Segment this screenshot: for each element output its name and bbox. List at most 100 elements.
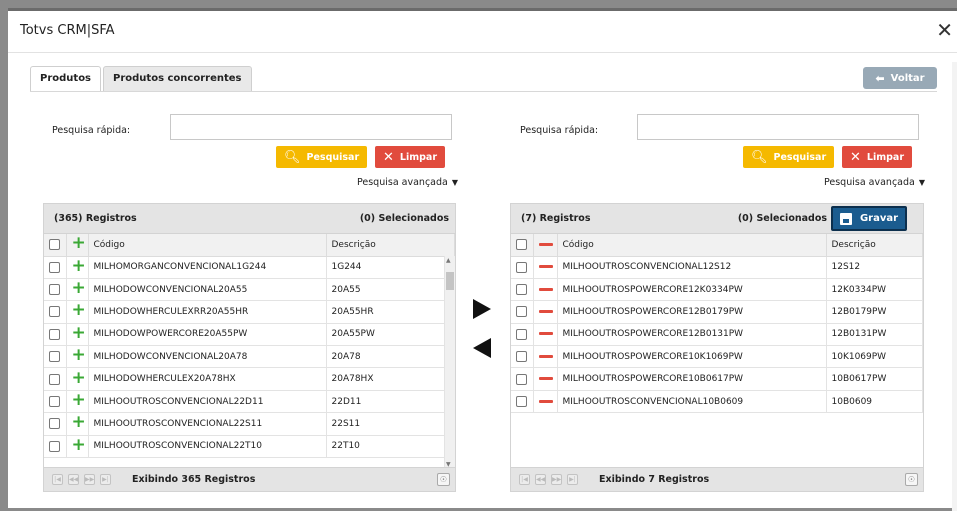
cell-descricao: 12S12: [826, 256, 923, 279]
plus-icon[interactable]: +: [72, 392, 86, 409]
plus-icon[interactable]: +: [72, 280, 86, 297]
row-checkbox[interactable]: [516, 284, 527, 296]
minus-icon[interactable]: [538, 309, 553, 313]
next-page-icon[interactable]: ▶▶: [551, 474, 562, 485]
table-row[interactable]: MILHOOUTROSCONVENCIONAL12S12 12S12: [511, 256, 923, 279]
plus-icon[interactable]: +: [72, 235, 86, 252]
table-row[interactable]: + MILHODOWHERCULEXRR20A55HR 20A55HR: [44, 300, 455, 324]
right-search-input[interactable]: [637, 114, 919, 140]
row-checkbox[interactable]: [49, 396, 60, 408]
remove-all-cell: [533, 234, 558, 257]
right-footer-text: Exibindo 7 Registros: [599, 474, 710, 485]
prev-page-icon[interactable]: ◀◀: [68, 474, 79, 485]
scroll-up-icon[interactable]: ▲: [446, 257, 451, 264]
tab-bar: Produtos Produtos concorrentes: [30, 66, 254, 92]
scroll-thumb[interactable]: [446, 272, 454, 290]
table-row[interactable]: + MILHODOWPOWERCORE20A55PW 20A55PW: [44, 323, 455, 347]
row-checkbox[interactable]: [49, 306, 60, 318]
table-row[interactable]: + MILHODOWCONVENCIONAL20A55 20A55: [44, 278, 455, 302]
row-checkbox[interactable]: [49, 328, 60, 340]
dialog-scrollbar[interactable]: [952, 62, 957, 511]
row-checkbox-cell: [44, 412, 67, 436]
plus-icon[interactable]: +: [72, 324, 86, 341]
left-scrollbar[interactable]: ▲ ▼: [444, 256, 455, 469]
lightbulb-icon[interactable]: ☉: [437, 473, 450, 486]
row-checkbox[interactable]: [49, 373, 60, 385]
plus-icon[interactable]: +: [72, 302, 86, 319]
last-page-icon[interactable]: ▶|: [567, 474, 578, 485]
select-all-checkbox[interactable]: [49, 239, 60, 251]
column-header-descricao[interactable]: Descrição: [826, 234, 923, 257]
row-checkbox[interactable]: [516, 396, 527, 408]
first-page-icon[interactable]: |◀: [519, 474, 530, 485]
move-left-icon[interactable]: [473, 338, 491, 358]
row-checkbox[interactable]: [49, 351, 60, 363]
table-row[interactable]: + MILHOOUTROSCONVENCIONAL22T10 22T10: [44, 435, 455, 459]
right-table-header-row: Código Descrição: [511, 234, 923, 257]
table-row[interactable]: MILHOOUTROSPOWERCORE10B0617PW 10B0617PW: [511, 367, 923, 391]
row-checkbox[interactable]: [49, 418, 60, 430]
left-grid-header: (365) Registros (0) Selecionados: [44, 204, 455, 234]
column-header-codigo[interactable]: Código: [557, 234, 827, 257]
tab-produtos-concorrentes[interactable]: Produtos concorrentes: [103, 66, 252, 92]
next-page-icon[interactable]: ▶▶: [84, 474, 95, 485]
plus-icon[interactable]: +: [72, 257, 86, 274]
table-row[interactable]: MILHOOUTROSPOWERCORE12B0179PW 12B0179PW: [511, 300, 923, 324]
row-checkbox-cell: [44, 256, 67, 279]
left-search-input[interactable]: [170, 114, 452, 140]
table-row[interactable]: + MILHODOWHERCULEX20A78HX 20A78HX: [44, 367, 455, 391]
close-icon[interactable]: ✕: [936, 20, 953, 40]
row-checkbox[interactable]: [49, 261, 60, 273]
plus-icon[interactable]: +: [72, 414, 86, 431]
minus-icon[interactable]: [538, 287, 553, 291]
table-row[interactable]: + MILHOMORGANCONVENCIONAL1G244 1G244: [44, 256, 455, 279]
row-checkbox[interactable]: [516, 351, 527, 363]
column-header-descricao[interactable]: Descrição: [326, 234, 455, 257]
right-clear-button[interactable]: ✕ Limpar: [842, 146, 913, 168]
table-row[interactable]: + MILHOOUTROSCONVENCIONAL22S11 22S11: [44, 412, 455, 436]
back-button[interactable]: ⬅ Voltar: [863, 67, 937, 89]
first-page-icon[interactable]: |◀: [52, 474, 63, 485]
table-row[interactable]: + MILHOOUTROSCONVENCIONAL22D11 22D11: [44, 390, 455, 414]
search-icon: 🔍︎: [284, 149, 301, 165]
left-clear-button[interactable]: ✕ Limpar: [375, 146, 446, 168]
table-row[interactable]: MILHOOUTROSPOWERCORE12K0334PW 12K0334PW: [511, 278, 923, 302]
minus-icon[interactable]: [538, 265, 553, 269]
minus-icon[interactable]: [538, 332, 553, 336]
row-checkbox[interactable]: [516, 261, 527, 273]
prev-page-icon[interactable]: ◀◀: [535, 474, 546, 485]
right-advanced-search[interactable]: Pesquisa avançada ▼: [824, 177, 925, 188]
row-checkbox[interactable]: [516, 328, 527, 340]
plus-icon[interactable]: +: [72, 347, 86, 364]
plus-icon[interactable]: +: [72, 369, 86, 386]
row-checkbox[interactable]: [516, 373, 527, 385]
row-checkbox-cell: [511, 345, 534, 369]
right-search-button[interactable]: 🔍︎ Pesquisar: [743, 146, 835, 168]
table-row[interactable]: + MILHODOWCONVENCIONAL20A78 20A78: [44, 345, 455, 369]
cell-codigo: MILHODOWHERCULEX20A78HX: [88, 367, 327, 391]
left-search-button[interactable]: 🔍︎ Pesquisar: [276, 146, 368, 168]
row-checkbox[interactable]: [516, 306, 527, 318]
minus-icon[interactable]: [538, 399, 553, 403]
table-row[interactable]: MILHOOUTROSPOWERCORE10K1069PW 10K1069PW: [511, 345, 923, 369]
right-clear-button-label: Limpar: [866, 151, 905, 163]
last-page-icon[interactable]: ▶|: [100, 474, 111, 485]
minus-icon[interactable]: [538, 377, 553, 381]
table-row[interactable]: MILHOOUTROSCONVENCIONAL10B0609 10B0609: [511, 390, 923, 414]
cell-descricao: 20A55: [326, 278, 455, 302]
left-advanced-search[interactable]: Pesquisa avançada ▼: [357, 177, 458, 188]
row-checkbox[interactable]: [49, 284, 60, 296]
column-header-codigo[interactable]: Código: [88, 234, 327, 257]
minus-icon[interactable]: [538, 354, 553, 358]
save-button[interactable]: Gravar: [831, 206, 907, 231]
table-row[interactable]: MILHOOUTROSPOWERCORE12B0131PW 12B0131PW: [511, 323, 923, 347]
cell-descricao: 10B0609: [826, 390, 923, 414]
tab-produtos[interactable]: Produtos: [30, 66, 102, 92]
plus-icon[interactable]: +: [72, 436, 86, 453]
lightbulb-icon[interactable]: ☉: [905, 473, 918, 486]
select-all-checkbox[interactable]: [516, 239, 527, 251]
row-action-cell: [533, 390, 558, 414]
minus-icon[interactable]: [538, 242, 553, 246]
move-right-icon[interactable]: [473, 299, 491, 319]
row-checkbox[interactable]: [49, 440, 60, 452]
